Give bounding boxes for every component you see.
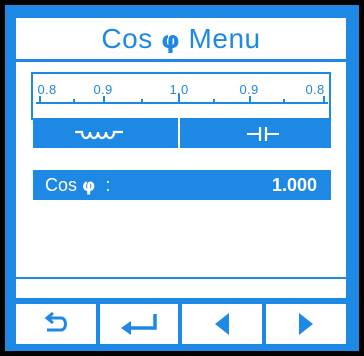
right-triangle-icon <box>299 313 313 335</box>
power-factor-indicator <box>33 111 331 148</box>
title-divider <box>16 59 346 62</box>
scale-label-right-08: 0.8 <box>305 82 325 97</box>
status-divider <box>16 277 346 279</box>
inductive-coil-icon <box>75 130 123 140</box>
back-button[interactable] <box>16 304 96 344</box>
back-arrow-icon <box>44 311 67 332</box>
readout-colon: : <box>105 175 111 195</box>
scale-label-right-09: 0.9 <box>239 82 259 97</box>
scale-tick <box>73 99 75 104</box>
scale-label-left-09: 0.9 <box>93 82 113 97</box>
right-button[interactable] <box>266 304 346 344</box>
left-triangle-icon <box>215 313 229 335</box>
scale-tick <box>141 99 143 104</box>
scale-tick <box>39 96 41 104</box>
scale-tick <box>103 96 105 104</box>
title-text: Cos <box>101 23 153 54</box>
capacitor-icon <box>247 127 279 141</box>
readout-label-text: Cos <box>45 175 78 195</box>
scale-tick <box>178 94 180 104</box>
scale-tick <box>213 99 215 104</box>
page-title: Cos φ Menu <box>16 18 346 60</box>
cos-phi-readout: Cos φ : 1.000 <box>33 170 331 200</box>
title-suffix: Menu <box>188 23 261 54</box>
scale-tick <box>283 99 285 104</box>
scale-tick <box>323 96 325 104</box>
scale-tick <box>249 96 251 104</box>
left-button[interactable] <box>182 304 262 344</box>
indicator-center-line <box>178 114 180 148</box>
readout-label: Cos φ : <box>45 170 110 201</box>
scale-label-left-08: 0.8 <box>37 82 57 97</box>
title-phi-symbol: φ <box>160 26 181 54</box>
enter-icon <box>121 314 157 335</box>
readout-phi-symbol: φ <box>82 176 96 196</box>
readout-value: 1.000 <box>271 175 317 195</box>
button-bar <box>16 304 346 344</box>
enter-button[interactable] <box>100 304 178 344</box>
device-screen: Cos φ Menu 0.8 0.9 1.0 0.9 0.8 Cos φ: 1… <box>0 0 364 356</box>
